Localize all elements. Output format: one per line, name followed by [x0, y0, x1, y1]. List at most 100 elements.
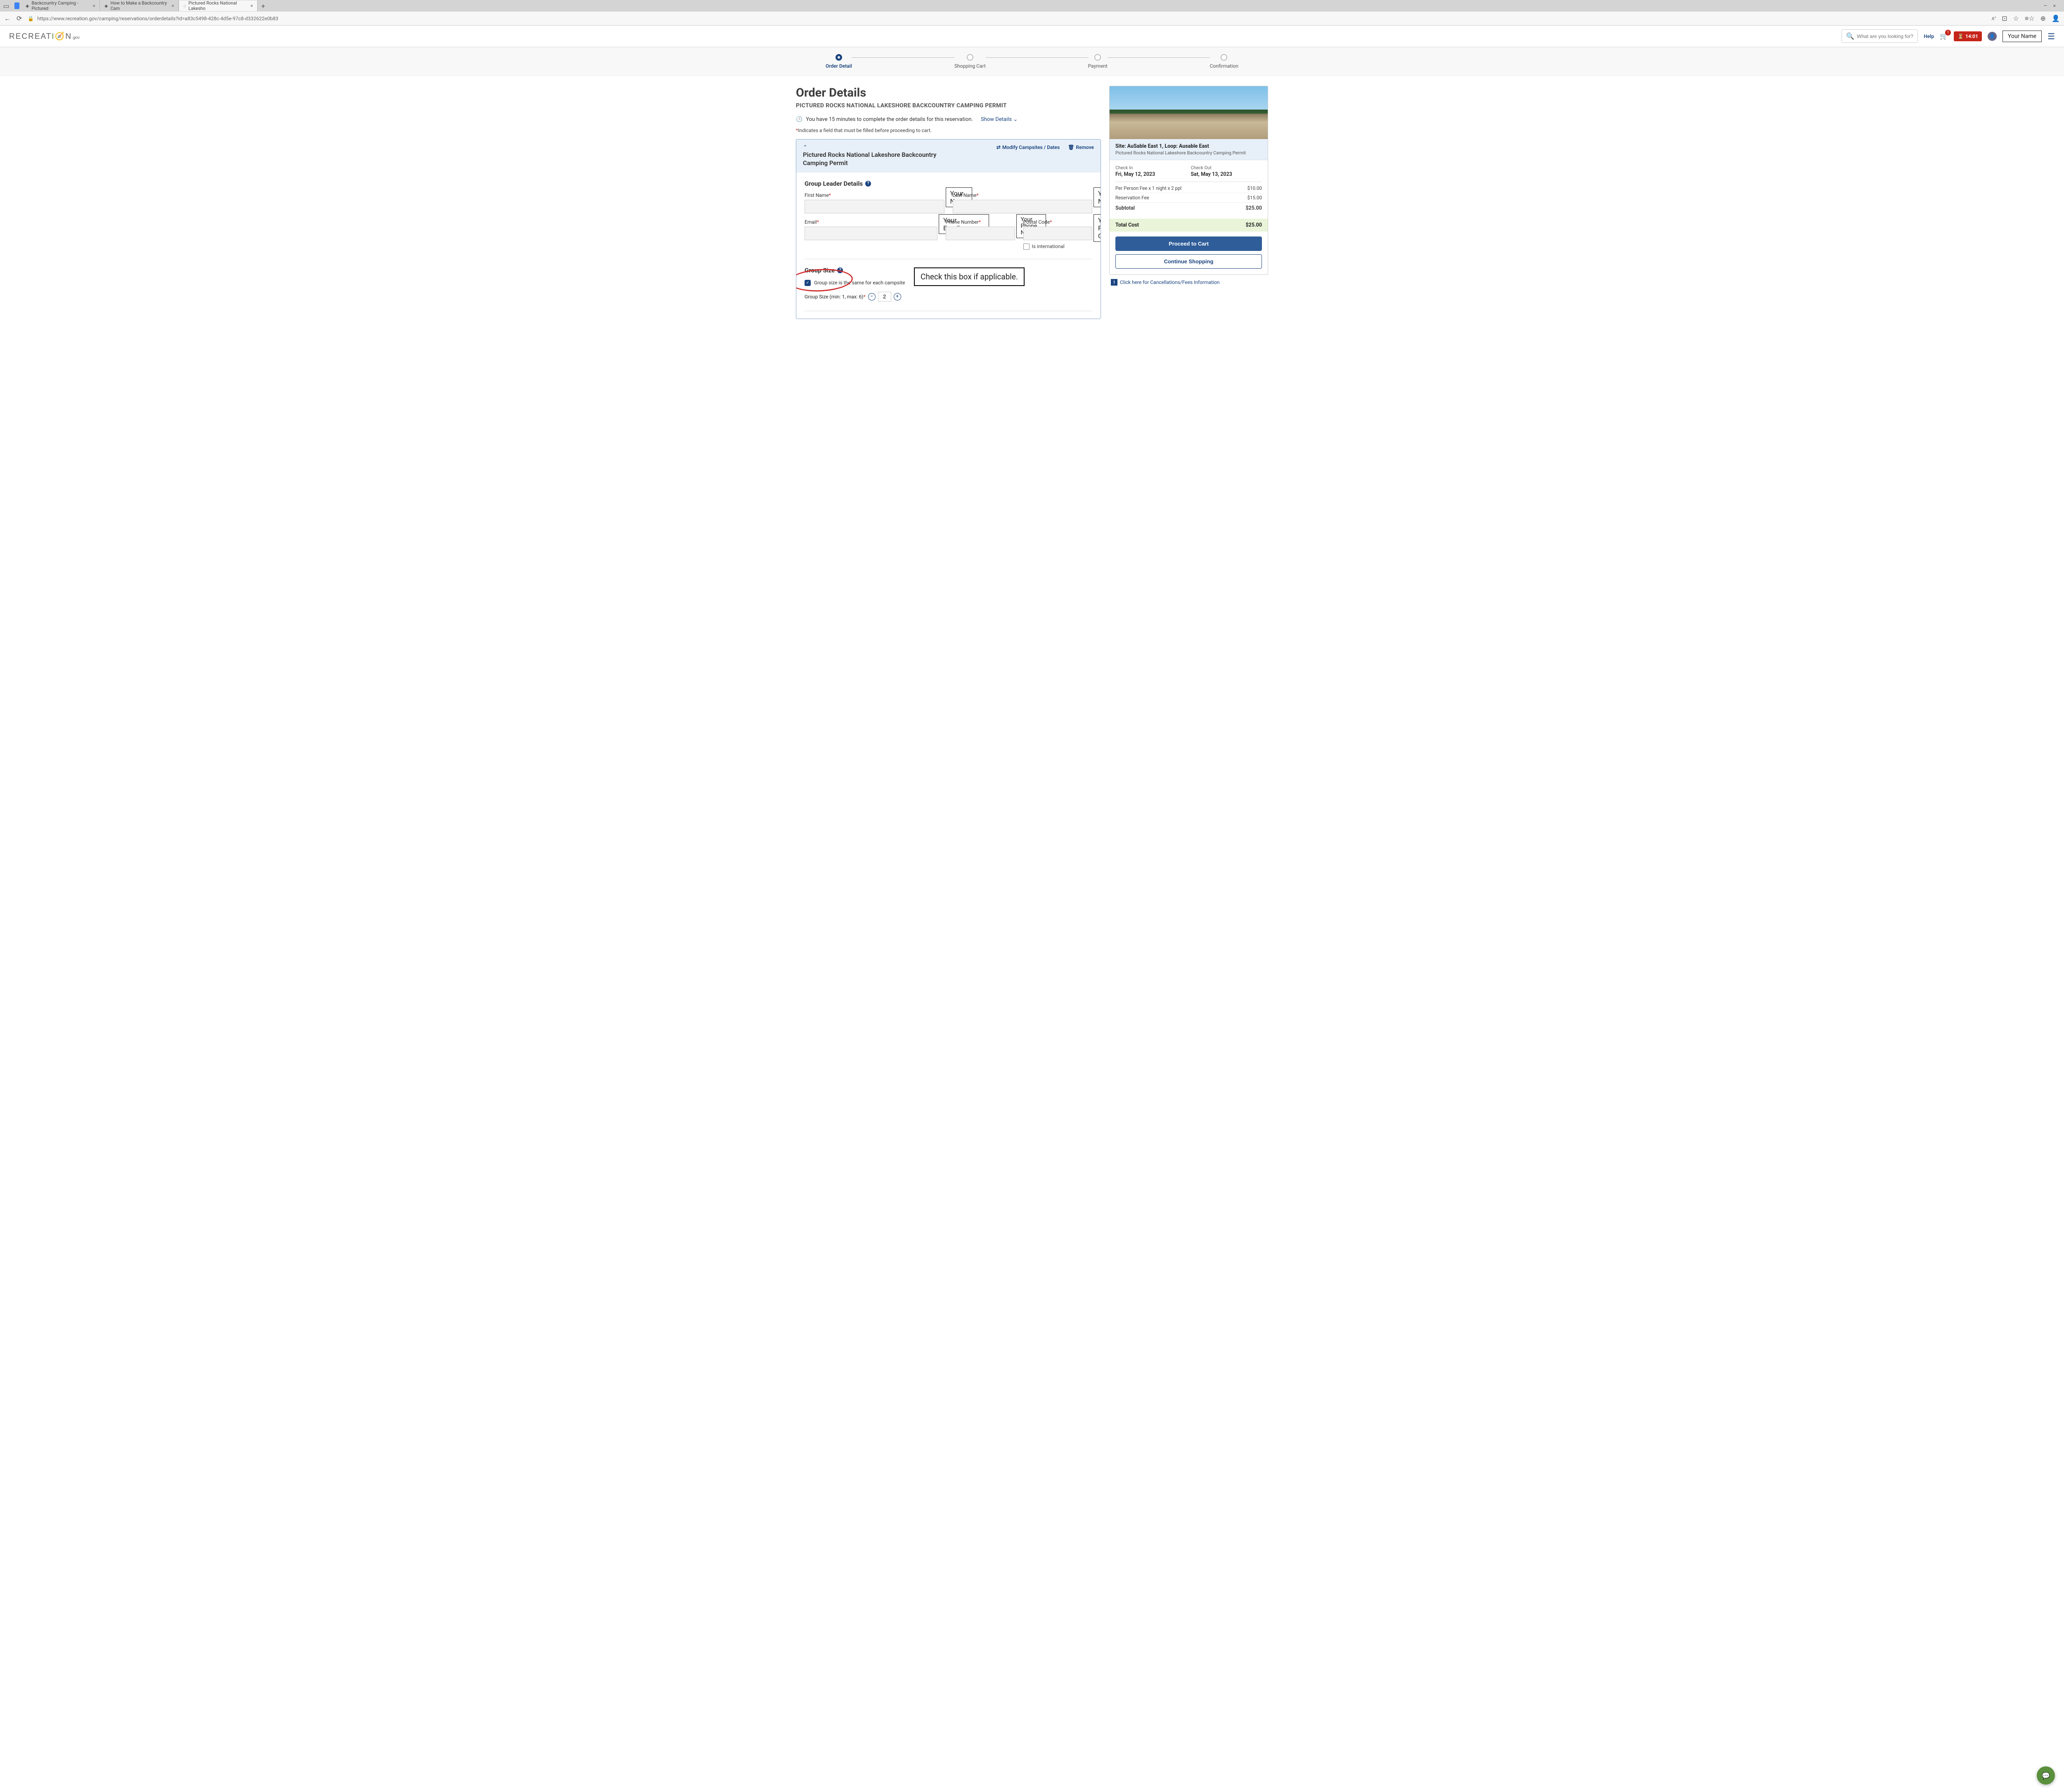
hourglass-icon: ⏳	[1957, 33, 1964, 39]
step-order-detail: Order Detail	[826, 54, 852, 69]
swap-icon: ⇄	[996, 144, 1001, 150]
remove-link[interactable]: 🗑 Remove	[1068, 144, 1094, 150]
intl-checkbox[interactable]	[1023, 244, 1030, 250]
collapse-icon[interactable]: ⌃	[803, 144, 942, 151]
summary-card: Site: AuSable East 1, Loop: Ausable East…	[1109, 86, 1268, 275]
page-title: Order Details	[796, 86, 1101, 100]
last-name-input[interactable]	[953, 200, 1093, 213]
chat-icon: 💬	[2042, 1772, 2050, 1780]
intl-checkbox-row[interactable]: Is international	[1023, 244, 1092, 250]
first-name-input[interactable]	[805, 200, 944, 213]
url-text: https://www.recreation.gov/camping/reser…	[37, 16, 278, 21]
modify-link[interactable]: ⇄ Modify Campsites / Dates	[996, 144, 1060, 150]
close-window-icon[interactable]: ×	[2053, 3, 2056, 9]
tab-label: Backcountry Camping - Pictured	[31, 0, 90, 11]
postal-field: Postal Code* Your Postal Code Is interna…	[1023, 219, 1092, 250]
help-icon[interactable]: ?	[837, 267, 843, 273]
group-size-label: Group Size (min: 1, max: 6)*	[805, 294, 866, 300]
help-link[interactable]: Help	[1924, 33, 1934, 39]
checkin-value: Fri, May 12, 2023	[1115, 171, 1187, 177]
cancellations-link[interactable]: ! Click here for Cancellations/Fees Info…	[1109, 275, 1268, 286]
cart-button[interactable]: 🛒 1	[1940, 32, 1948, 40]
tab-label: How to Make a Backcountry Cam	[110, 0, 169, 11]
tab-2[interactable]: ◌ Pictured Rocks National Lakesho ×	[179, 0, 258, 11]
fee-label: Reservation Fee	[1115, 195, 1149, 201]
total-label: Total Cost	[1115, 222, 1139, 228]
profile-icon[interactable]: 👤	[2052, 14, 2060, 22]
trash-icon: 🗑	[1068, 144, 1074, 150]
tab-0[interactable]: ◈ Backcountry Camping - Pictured ×	[21, 0, 100, 11]
last-name-value: Your Name	[1094, 187, 1101, 207]
translate-icon[interactable]: ⊡	[2002, 14, 2007, 22]
refresh-icon[interactable]: ⟳	[17, 14, 22, 22]
summary-header: Site: AuSable East 1, Loop: Ausable East…	[1110, 139, 1268, 160]
info-row: 🕒 You have 15 minutes to complete the or…	[796, 116, 1101, 123]
leader-section-title: Group Leader Details ?	[805, 180, 1092, 187]
postal-value: Your Postal Code	[1094, 214, 1101, 242]
url-bar[interactable]: 🔒 https://www.recreation.gov/camping/res…	[28, 16, 1986, 21]
site-name: Site: AuSable East 1, Loop: Ausable East	[1115, 143, 1262, 149]
search-icon: 🔍	[1846, 32, 1854, 40]
required-note: *Indicates a field that must be filled b…	[796, 128, 1101, 133]
group-size-section: Group Size ? ✓ Group size is the same fo…	[805, 267, 1092, 302]
total-row: Total Cost $25.00	[1110, 219, 1268, 232]
user-icon: 👤	[1989, 33, 1995, 39]
new-tab-button[interactable]: +	[258, 2, 268, 10]
site-subtitle: Pictured Rocks National Lakeshore Backco…	[1115, 150, 1262, 156]
window-tabs-icon[interactable]: ▭	[2, 2, 10, 9]
back-icon[interactable]: ←	[4, 14, 11, 23]
fee-value: $15.00	[1247, 195, 1262, 201]
favorites-icon[interactable]: ≡☆	[2025, 14, 2035, 23]
star-icon[interactable]: ☆	[2013, 14, 2019, 22]
cart-badge: 1	[1945, 30, 1951, 35]
email-field: Email* Your Email	[805, 219, 937, 250]
timer-value: 14:01	[1965, 33, 1978, 39]
annotation-text: Check this box if applicable.	[914, 267, 1025, 286]
permit-card: ⌃ Pictured Rocks National Lakeshore Back…	[796, 139, 1101, 319]
search-box[interactable]: 🔍	[1842, 29, 1918, 43]
favicon-icon: ◌	[183, 3, 186, 9]
checkout-value: Sat, May 13, 2023	[1191, 171, 1262, 177]
fee-label: Per Person Fee x 1 night x 2 ppl	[1115, 185, 1181, 191]
clock-icon: 🕒	[796, 116, 802, 123]
checkout-label: Check Out	[1191, 165, 1262, 170]
timer-badge: ⏳ 14:01	[1954, 31, 1982, 41]
close-tab-icon[interactable]: ×	[93, 3, 95, 9]
user-name: Your Name	[2002, 31, 2042, 42]
avatar[interactable]: 👤	[1988, 32, 1997, 41]
window-controls: — ×	[2043, 3, 2062, 9]
tab-label: Pictured Rocks National Lakesho	[189, 0, 248, 11]
help-icon[interactable]: ?	[865, 181, 871, 187]
favicon-icon: ◈	[26, 3, 29, 9]
postal-input[interactable]	[1023, 227, 1092, 240]
menu-icon[interactable]: ☰	[2047, 31, 2055, 41]
permit-name: Pictured Rocks National Lakeshore Backco…	[803, 151, 943, 168]
group-size-input[interactable]	[878, 292, 891, 302]
email-input[interactable]	[805, 227, 937, 240]
chevron-down-icon: ⌄	[1013, 116, 1018, 123]
subtotal-value: $25.00	[1246, 205, 1262, 211]
tab-1[interactable]: ◈ How to Make a Backcountry Cam ×	[100, 0, 179, 11]
close-tab-icon[interactable]: ×	[251, 3, 253, 9]
search-input[interactable]	[1857, 33, 1913, 39]
last-name-field: Last Name* Your Name	[953, 192, 1093, 213]
show-details-link[interactable]: Show Details ⌄	[981, 116, 1018, 123]
subtotal-label: Subtotal	[1115, 205, 1135, 211]
logo[interactable]: RECREATI🧭N.gov	[9, 31, 80, 41]
minimize-icon[interactable]: —	[2043, 3, 2047, 9]
page-subtitle: PICTURED ROCKS NATIONAL LAKESHORE BACKCO…	[796, 102, 1101, 109]
phone-input[interactable]	[946, 227, 1015, 240]
collections-icon[interactable]: ⊕	[2040, 14, 2046, 22]
text-size-icon[interactable]: A»	[1992, 15, 1996, 21]
close-tab-icon[interactable]: ×	[172, 3, 174, 9]
proceed-button[interactable]: Proceed to Cart	[1115, 236, 1262, 251]
chat-button[interactable]: 💬	[2037, 1766, 2055, 1785]
site-header: RECREATI🧭N.gov 🔍 Help 🛒 1 ⏳ 14:01 👤 Your…	[0, 26, 2064, 47]
fee-value: $10.00	[1247, 185, 1262, 191]
pinned-tab-icon[interactable]	[14, 2, 19, 9]
increment-button[interactable]: +	[894, 293, 901, 300]
checkbox-checked-icon[interactable]: ✓	[805, 280, 811, 286]
decrement-button[interactable]: −	[868, 293, 876, 300]
checkin-label: Check In	[1115, 165, 1187, 170]
continue-button[interactable]: Continue Shopping	[1115, 254, 1262, 269]
